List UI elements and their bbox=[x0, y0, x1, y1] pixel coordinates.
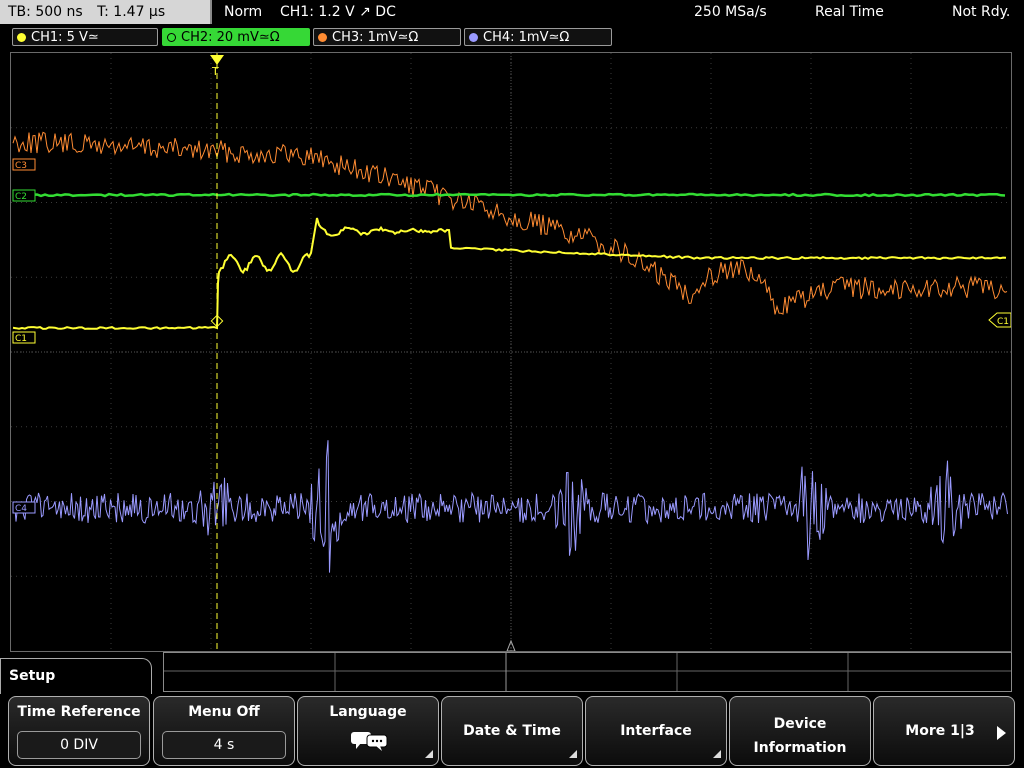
ch1-color-dot bbox=[17, 33, 26, 42]
trigger-position-label: T bbox=[211, 65, 219, 78]
speech-bubbles-icon bbox=[351, 732, 388, 751]
submenu-corner-icon bbox=[569, 750, 577, 758]
timebase-value: TB: 500 ns bbox=[8, 4, 83, 20]
center-time-marker bbox=[506, 639, 516, 651]
time-reference-softkey[interactable]: Time Reference 0 DIV bbox=[8, 696, 150, 766]
menu-off-softkey[interactable]: Menu Off 4 s bbox=[153, 696, 295, 766]
right-level-marker: C1 bbox=[988, 312, 1011, 328]
trigger-status: Not Rdy. bbox=[952, 4, 1011, 20]
timeline-bar bbox=[163, 652, 1012, 692]
timeline-svg bbox=[164, 653, 1011, 691]
ch4-label: CH4: 1mV≃Ω bbox=[483, 30, 570, 45]
trigger-mode[interactable]: Norm bbox=[224, 0, 262, 24]
right-marker-label: C1 bbox=[997, 317, 1009, 327]
menu-off-label: Menu Off bbox=[188, 704, 260, 720]
arrow-right-icon bbox=[997, 726, 1006, 740]
acquisition-mode: Real Time bbox=[815, 4, 884, 20]
ch1-offset-marker: C1 bbox=[12, 331, 36, 344]
ch2-color-dot bbox=[167, 33, 176, 42]
time-reference-label: Time Reference bbox=[17, 704, 141, 720]
more-label: More 1|3 bbox=[905, 723, 975, 739]
waveform-display[interactable]: T C3 C2 C1 C4 C1 bbox=[10, 52, 1012, 652]
menu-title-tab: Setup bbox=[0, 658, 152, 694]
waveform-svg: T C3 C2 C1 C4 C1 bbox=[11, 53, 1011, 651]
timebase-box[interactable]: TB: 500 ns T: 1.47 µs bbox=[0, 0, 212, 24]
language-softkey[interactable]: Language bbox=[297, 696, 439, 766]
ch2-marker-label: C2 bbox=[15, 192, 27, 202]
trigger-time-value: T: 1.47 µs bbox=[97, 4, 166, 20]
language-label: Language bbox=[329, 704, 407, 720]
device-information-softkey[interactable]: Device Information bbox=[729, 696, 871, 766]
ch1-marker-label: C1 bbox=[15, 334, 27, 344]
ch4-color-dot bbox=[469, 33, 478, 42]
trigger-position-marker bbox=[210, 55, 224, 65]
channel-1-button[interactable]: CH1: 5 V≃ bbox=[12, 28, 158, 46]
ch4-marker-label: C4 bbox=[15, 504, 27, 514]
graticule-grid bbox=[11, 53, 1011, 651]
device-information-label: Device Information bbox=[753, 716, 847, 756]
channel-bar: CH1: 5 V≃ CH2: 20 mV≃Ω CH3: 1mV≃Ω CH4: 1… bbox=[0, 26, 1024, 48]
sample-rate: 250 MSa/s bbox=[694, 4, 767, 20]
menu-off-value: 4 s bbox=[162, 731, 286, 759]
ch3-trace bbox=[12, 131, 1008, 315]
menu-title: Setup bbox=[9, 668, 56, 684]
trigger-info[interactable]: CH1: 1.2 V ↗ DC bbox=[280, 0, 396, 24]
date-time-label: Date & Time bbox=[463, 723, 561, 739]
ch3-marker-label: C3 bbox=[15, 161, 27, 171]
date-time-softkey[interactable]: Date & Time bbox=[441, 696, 583, 766]
interface-softkey[interactable]: Interface bbox=[585, 696, 727, 766]
submenu-corner-icon bbox=[425, 750, 433, 758]
ch3-color-dot bbox=[318, 33, 327, 42]
ch1-trace bbox=[12, 217, 1007, 330]
ch1-label: CH1: 5 V≃ bbox=[31, 30, 99, 45]
time-reference-value: 0 DIV bbox=[17, 731, 141, 759]
channel-2-button[interactable]: CH2: 20 mV≃Ω bbox=[162, 28, 310, 46]
interface-label: Interface bbox=[620, 723, 692, 739]
ch3-label: CH3: 1mV≃Ω bbox=[332, 30, 419, 45]
submenu-corner-icon bbox=[713, 750, 721, 758]
channel-4-button[interactable]: CH4: 1mV≃Ω bbox=[464, 28, 612, 46]
status-bar: TB: 500 ns T: 1.47 µs Norm CH1: 1.2 V ↗ … bbox=[0, 0, 1024, 26]
channel-3-button[interactable]: CH3: 1mV≃Ω bbox=[313, 28, 461, 46]
more-softkey[interactable]: More 1|3 bbox=[873, 696, 1015, 766]
ch2-trace bbox=[12, 192, 1006, 198]
ch4-offset-marker: C4 bbox=[12, 501, 36, 514]
ch2-label: CH2: 20 mV≃Ω bbox=[181, 30, 280, 45]
ch3-offset-marker: C3 bbox=[12, 158, 36, 171]
ch4-trace bbox=[12, 440, 1008, 573]
ch2-offset-marker: C2 bbox=[12, 189, 36, 202]
